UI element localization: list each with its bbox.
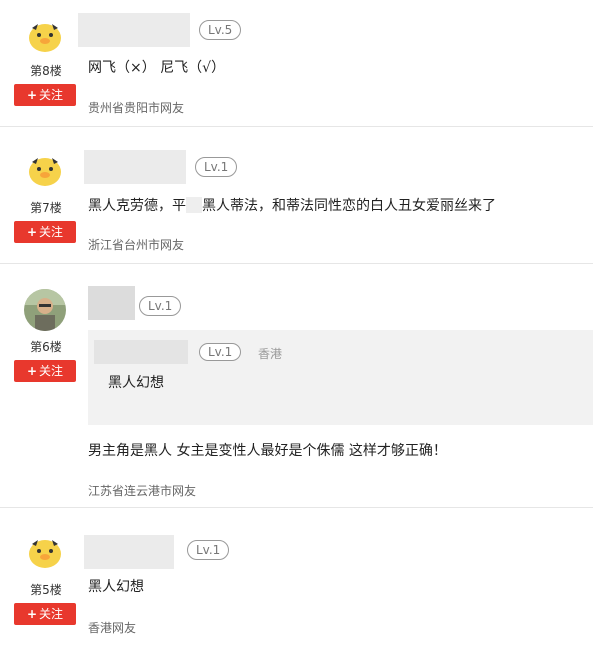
username-redacted[interactable] (84, 150, 186, 184)
plus-icon: + (26, 225, 38, 239)
user-location: 香港网友 (88, 621, 137, 635)
level-badge: Lv.1 (187, 540, 230, 560)
user-location: 浙江省台州市网友 (88, 238, 185, 252)
follow-button[interactable]: + 关注 (14, 84, 76, 106)
comment-text: 男主角是黑人 女主是变性人最好是个侏儒 这样才够正确！ (88, 443, 447, 459)
comment-text: 黑人克劳德，平 黑人蒂法，和蒂法同性恋的白人丑女爱丽丝来了 (88, 197, 496, 214)
floor-number: 第7楼 (30, 201, 62, 215)
redacted-block (186, 197, 202, 213)
quoted-reply: Lv.1 香港 黑人幻想 (88, 330, 593, 425)
username-redacted[interactable] (84, 535, 174, 569)
plus-icon: + (26, 364, 38, 378)
floor-number: 第8楼 (30, 64, 62, 78)
chick-avatar[interactable] (24, 148, 66, 190)
photo-avatar[interactable] (24, 289, 66, 331)
chick-avatar[interactable] (24, 14, 66, 56)
comment-text: 黑人幻想 (88, 579, 144, 595)
floor-number: 第6楼 (30, 340, 62, 354)
comment-post-7: 第7楼 + 关注 Lv.1 黑人克劳德，平 黑人蒂法，和蒂法同性恋的白人丑女爱丽丝来… (0, 127, 593, 263)
follow-button[interactable]: + 关注 (14, 360, 76, 382)
comment-post-6: 第6楼 + 关注 Lv.1 Lv.1 香港 黑人幻想 男主角是黑人 女主是变性人最… (0, 264, 593, 507)
follow-button[interactable]: + 关注 (14, 221, 76, 243)
user-location: 江苏省连云港市网友 (88, 484, 197, 498)
level-badge: Lv.1 (195, 157, 238, 177)
comment-text: 网飞（×） 尼飞（√） (88, 60, 226, 76)
quoted-text: 黑人幻想 (108, 375, 164, 391)
level-badge: Lv.5 (199, 20, 242, 40)
quoted-level-badge: Lv.1 (199, 343, 242, 361)
follow-button[interactable]: + 关注 (14, 603, 76, 625)
quoted-location: 香港 (258, 347, 283, 361)
username-redacted[interactable] (78, 13, 190, 47)
floor-number: 第5楼 (30, 583, 62, 597)
plus-icon: + (26, 88, 38, 102)
user-location: 贵州省贵阳市网友 (88, 101, 185, 115)
quoted-username-redacted[interactable] (94, 340, 188, 364)
plus-icon: + (26, 607, 38, 621)
comment-post-8: 第8楼 + 关注 Lv.5 网飞（×） 尼飞（√） 贵州省贵阳市网友 (0, 0, 593, 126)
level-badge: Lv.1 (139, 296, 182, 316)
comment-post-5: 第5楼 + 关注 Lv.1 黑人幻想 香港网友 (0, 508, 593, 647)
chick-avatar[interactable] (24, 530, 66, 572)
username-redacted[interactable] (88, 286, 135, 320)
